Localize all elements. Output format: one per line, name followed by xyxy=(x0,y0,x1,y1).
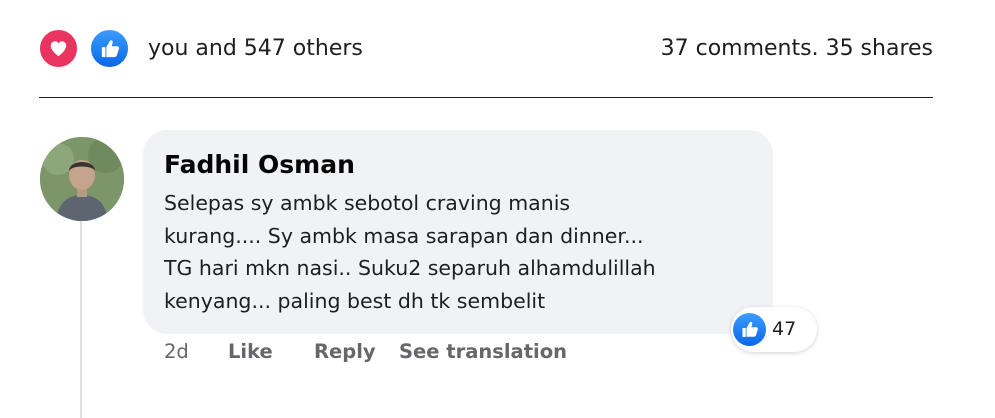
comment-text: Selepas sy ambk sebotol craving manis ku… xyxy=(164,191,656,313)
reply-button[interactable]: Reply xyxy=(314,340,376,363)
comment-reaction-badge[interactable]: 47 xyxy=(731,307,817,352)
like-icon xyxy=(733,313,766,346)
comment-author[interactable]: Fadhil Osman xyxy=(164,150,355,179)
comment-bubble: Fadhil Osman Selepas sy ambk sebotol cra… xyxy=(143,130,773,334)
like-icon[interactable] xyxy=(89,28,130,69)
avatar[interactable] xyxy=(40,137,124,221)
reaction-summary[interactable]: you and 547 others xyxy=(148,36,363,61)
comment-timestamp[interactable]: 2d xyxy=(164,340,189,363)
like-button[interactable]: Like xyxy=(228,340,273,363)
thread-line xyxy=(80,220,82,418)
heart-icon[interactable] xyxy=(38,28,79,69)
see-translation-button[interactable]: See translation xyxy=(399,340,567,363)
reactions-bar: you and 547 others 37 comments. 35 share… xyxy=(38,28,933,72)
comments-shares-count[interactable]: 37 comments. 35 shares xyxy=(661,36,933,61)
comment-like-count: 47 xyxy=(772,318,797,340)
divider xyxy=(39,97,933,98)
